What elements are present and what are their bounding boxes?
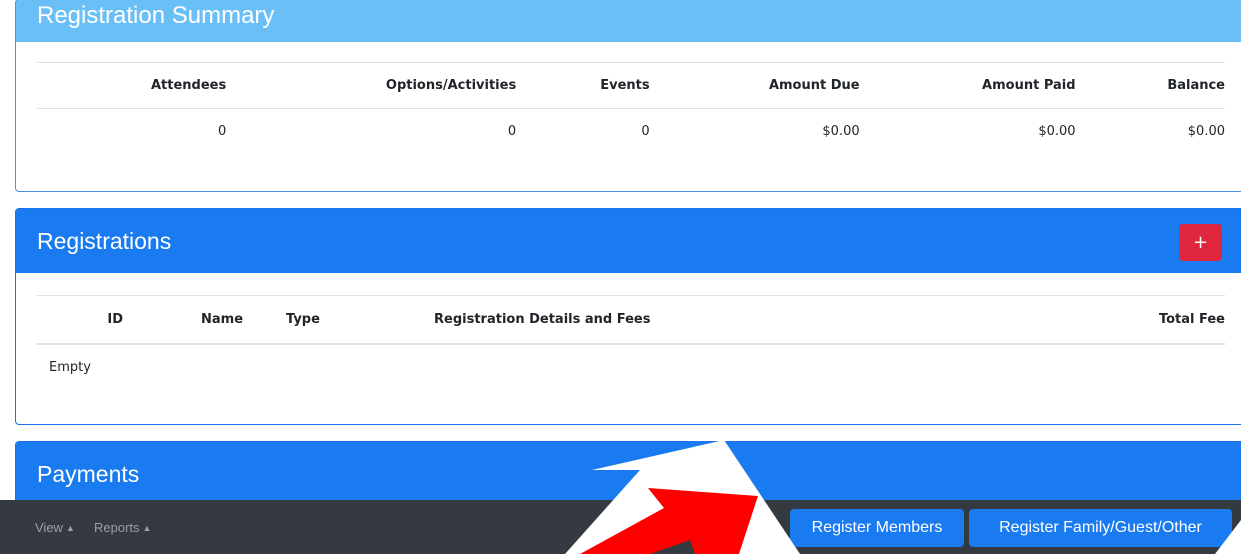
register-family-label: Register Family/Guest/Other [999, 519, 1202, 536]
registrations-title: Registrations [37, 227, 172, 254]
bottom-toolbar: View ▲ Reports ▲ Register Members Register… [0, 500, 1241, 554]
col-type: Type [286, 295, 434, 345]
events-value: 0 [641, 123, 650, 139]
summary-table: Attendees Options/Activities Events Amou… [37, 62, 1225, 154]
caret-up-icon: ▲ [142, 523, 152, 533]
register-family-guest-other-button[interactable]: Register Family/Guest/Other [969, 509, 1232, 547]
register-members-button[interactable]: Register Members [790, 509, 964, 547]
amount-paid-value: $0.00 [1038, 123, 1076, 139]
col-id: ID [37, 295, 127, 345]
col-registration-details: Registration Details and Fees [434, 295, 934, 345]
col-events: Events [516, 62, 650, 109]
attendees-value: 0 [217, 123, 227, 139]
add-registration-button[interactable]: + [1179, 224, 1222, 261]
table-row: Empty [37, 344, 1225, 390]
empty-message: Empty [49, 360, 91, 375]
table-row: 0 0 0 $0.00 $0.00 $0.00 [37, 109, 1225, 154]
plus-icon: + [1192, 232, 1209, 253]
view-menu[interactable]: View ▲ [35, 520, 75, 535]
col-name: Name [127, 295, 286, 345]
options-activities-value: 0 [507, 123, 517, 139]
amount-due-value: $0.00 [822, 123, 860, 139]
payments-title: Payments [37, 460, 140, 487]
col-amount-due: Amount Due [649, 62, 860, 109]
caret-up-icon: ▲ [65, 523, 75, 533]
reports-label: Reports [94, 520, 140, 535]
registration-summary-header: Registration Summary [16, 0, 1241, 42]
view-label: View [35, 520, 63, 535]
registrations-header: Registrations + [16, 209, 1241, 273]
registrations-table: ID Name Type Registration Details and Fe… [37, 295, 1225, 390]
col-amount-paid: Amount Paid [859, 62, 1076, 109]
registrations-card: Registrations + ID Name Type Registratio… [15, 208, 1241, 425]
summary-header-row: Attendees Options/Activities Events Amou… [37, 62, 1225, 109]
register-members-label: Register Members [811, 519, 943, 536]
balance-value: $0.00 [1187, 123, 1225, 139]
col-balance: Balance [1075, 62, 1225, 109]
registrations-header-row: ID Name Type Registration Details and Fe… [37, 295, 1225, 345]
col-options-activities: Options/Activities [226, 62, 517, 109]
registration-summary-card: Registration Summary Attendees Options/A… [15, 0, 1241, 192]
reports-menu[interactable]: Reports ▲ [94, 520, 151, 535]
payments-header: Payments [16, 442, 1241, 506]
col-attendees: Attendees [37, 62, 227, 109]
registration-summary-title: Registration Summary [37, 2, 275, 29]
col-total-fee: Total Fee [934, 295, 1225, 345]
